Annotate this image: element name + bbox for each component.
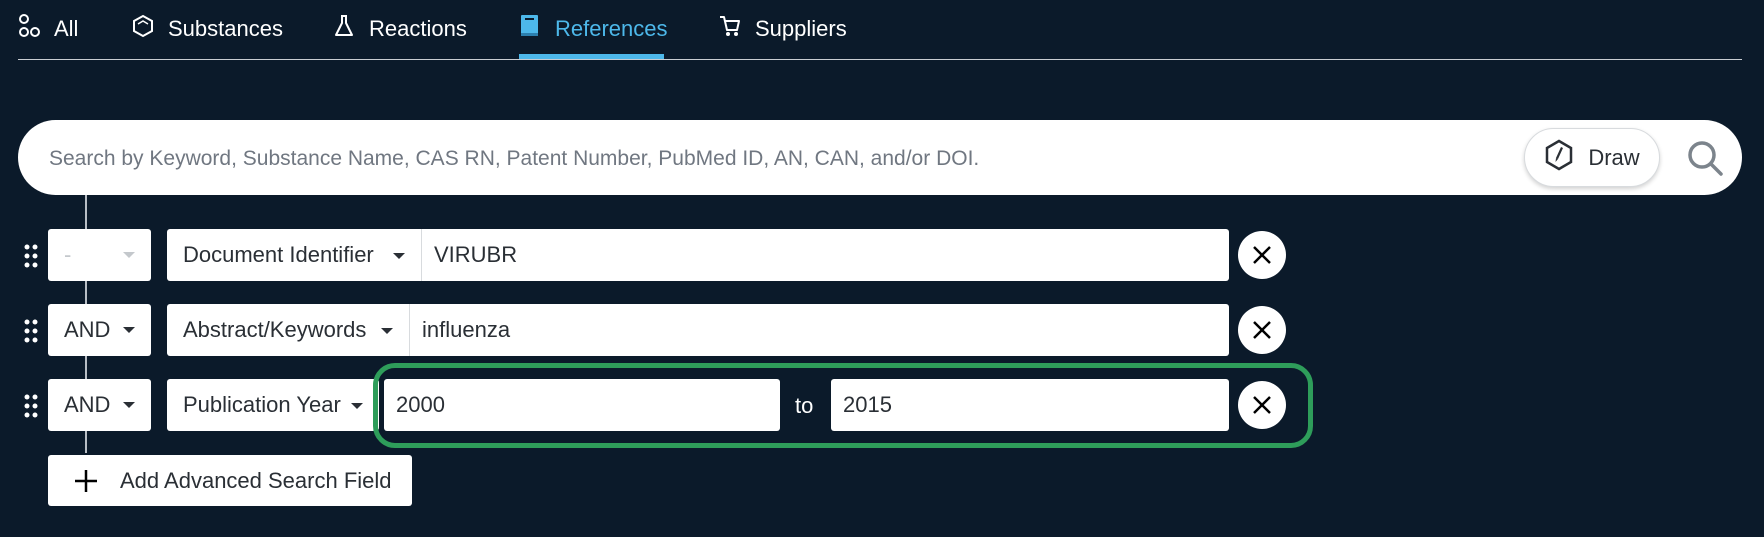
search-button[interactable] [1685, 138, 1725, 178]
close-icon [1253, 321, 1271, 339]
field-type-label: Abstract/Keywords [183, 317, 367, 342]
hexagon-icon [132, 14, 154, 38]
book-icon [519, 14, 541, 38]
caret-down-icon [123, 327, 135, 333]
draw-icon [1544, 139, 1574, 177]
search-field-row: Document Identifier VIRUBR [167, 229, 1229, 281]
cart-icon [719, 14, 741, 38]
search-bar: Draw [18, 120, 1742, 197]
tab-suppliers[interactable]: Suppliers [719, 0, 847, 58]
field-type-select[interactable]: Document Identifier [167, 229, 422, 281]
molecule-icon [18, 14, 40, 38]
caret-down-icon [123, 252, 135, 258]
caret-down-icon [351, 403, 363, 409]
search-field-row: Abstract/Keywords influenza [167, 304, 1229, 356]
tab-bar: All Substances Reactions References Supp… [18, 0, 1742, 60]
add-field-label: Add Advanced Search Field [120, 467, 392, 493]
operator-select[interactable]: AND [48, 304, 151, 356]
operator-select[interactable]: AND [48, 379, 151, 431]
tab-label: Substances [168, 16, 283, 41]
tab-label: Suppliers [755, 16, 847, 41]
add-advanced-search-field-button[interactable]: Add Advanced Search Field [48, 455, 412, 506]
field-type-select[interactable]: Publication Year [167, 379, 379, 431]
tab-reactions[interactable]: Reactions [333, 0, 467, 58]
caret-down-icon [123, 402, 135, 408]
field-value-input[interactable]: VIRUBR [422, 229, 1229, 281]
remove-field-button[interactable] [1238, 306, 1286, 354]
close-icon [1253, 246, 1271, 264]
drag-handle-icon[interactable] [24, 319, 38, 343]
operator-value: AND [64, 317, 111, 342]
tab-label: References [555, 16, 668, 41]
remove-field-button[interactable] [1238, 231, 1286, 279]
field-type-select[interactable]: Abstract/Keywords [167, 304, 410, 356]
search-input[interactable] [47, 120, 1511, 197]
draw-button[interactable]: Draw [1524, 128, 1660, 187]
search-field-row: Publication Year [167, 379, 379, 431]
highlight-outline [373, 363, 1313, 448]
caret-down-icon [393, 253, 405, 259]
drag-handle-icon[interactable] [24, 394, 38, 418]
tab-all[interactable]: All [18, 0, 78, 58]
caret-down-icon [381, 328, 393, 334]
magnifier-icon [1688, 141, 1723, 176]
field-type-label: Publication Year [183, 392, 341, 417]
flask-icon [333, 14, 355, 38]
drag-handle-icon[interactable] [24, 244, 38, 268]
tab-substances[interactable]: Substances [132, 0, 283, 58]
operator-select: - [48, 229, 151, 281]
draw-label: Draw [1588, 144, 1640, 170]
field-type-label: Document Identifier [183, 242, 374, 267]
operator-value: - [64, 242, 72, 267]
field-value-input[interactable]: influenza [410, 304, 1229, 356]
plus-icon [75, 469, 97, 492]
tab-label: Reactions [369, 16, 467, 41]
tab-references[interactable]: References [519, 0, 668, 59]
operator-value: AND [64, 392, 111, 417]
tab-label: All [54, 16, 79, 41]
